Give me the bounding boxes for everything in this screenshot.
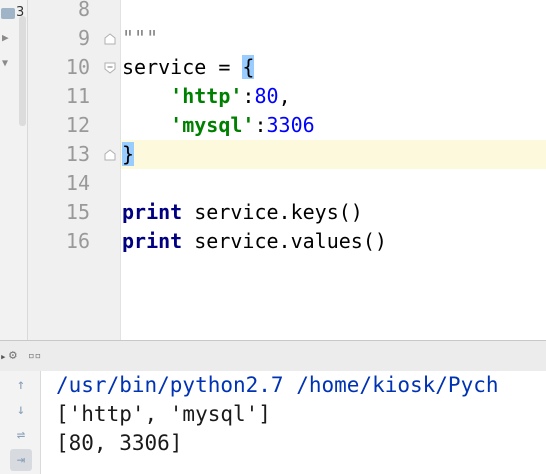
- folder-icon[interactable]: [1, 8, 15, 19]
- current-line-highlight: [121, 140, 546, 169]
- console-output-line: [80, 3306]: [56, 431, 183, 455]
- line-number: 14: [65, 171, 90, 195]
- fold-end-icon[interactable]: [104, 149, 116, 161]
- fold-start-icon[interactable]: [104, 62, 116, 74]
- console-output-line: ['http', 'mysql']: [56, 402, 271, 426]
- scroll-to-end-icon[interactable]: ⇥: [10, 449, 32, 471]
- assign-operator: =: [206, 55, 243, 79]
- editor-gutter: 8 9 10 11 12 13 14 15 16: [28, 0, 121, 340]
- code-line-11[interactable]: 'http':80,: [122, 82, 291, 111]
- open-brace: {: [242, 55, 255, 79]
- print-expression: service.keys(): [182, 200, 363, 224]
- down-arrow-icon[interactable]: ↓: [10, 399, 32, 421]
- fold-end-icon[interactable]: [104, 33, 116, 45]
- print-keyword: print: [122, 229, 183, 253]
- code-line-15[interactable]: print service.keys(): [122, 198, 363, 227]
- dict-value: 3306: [266, 113, 315, 137]
- variable-name: service: [122, 55, 207, 79]
- close-brace: }: [122, 142, 135, 166]
- colon: :: [254, 113, 267, 137]
- line-number: 11: [65, 84, 90, 108]
- run-toolbar: ↑ ↓ ⇌ ⇥: [0, 371, 41, 474]
- project-scrollbar[interactable]: [19, 16, 26, 126]
- up-arrow-icon[interactable]: ↑: [10, 374, 32, 396]
- code-editor[interactable]: [121, 0, 546, 340]
- restore-layout-icon[interactable]: ▫▫: [28, 349, 41, 362]
- line-number: 15: [65, 200, 90, 224]
- run-tab-icon[interactable]: ▸: [0, 350, 7, 363]
- colon: :: [242, 84, 255, 108]
- code-line-9[interactable]: """: [122, 24, 158, 53]
- collapse-arrow-icon[interactable]: ▼: [2, 58, 8, 69]
- line-number: 12: [65, 113, 90, 137]
- console-command-line: /usr/bin/python2.7 /home/kiosk/Pych: [56, 373, 499, 397]
- run-panel-header: ▸ ⚙ ▫▫: [0, 340, 546, 372]
- line-number: 16: [65, 229, 90, 253]
- print-expression: service.values(): [182, 229, 387, 253]
- project-tool-strip: 3 ▶ ▼: [0, 0, 28, 340]
- line-number: 10: [65, 55, 90, 79]
- line-number: 8: [77, 0, 90, 21]
- dict-key: 'http': [170, 84, 243, 108]
- expand-arrow-icon[interactable]: ▶: [2, 31, 9, 44]
- code-line-16[interactable]: print service.values(): [122, 227, 387, 256]
- dict-value: 80: [254, 84, 279, 108]
- soft-wrap-icon[interactable]: ⇌: [10, 424, 32, 446]
- code-line-10[interactable]: service = {: [122, 53, 255, 82]
- dict-key: 'mysql': [170, 113, 255, 137]
- code-line-12[interactable]: 'mysql':3306: [122, 111, 315, 140]
- comma: ,: [278, 84, 291, 108]
- line-number: 9: [77, 26, 90, 50]
- print-keyword: print: [122, 200, 183, 224]
- line-number: 13: [65, 142, 90, 166]
- docstring-quotes: """: [122, 26, 159, 50]
- code-line-13[interactable]: }: [122, 140, 135, 169]
- settings-icon[interactable]: ⚙: [9, 348, 17, 363]
